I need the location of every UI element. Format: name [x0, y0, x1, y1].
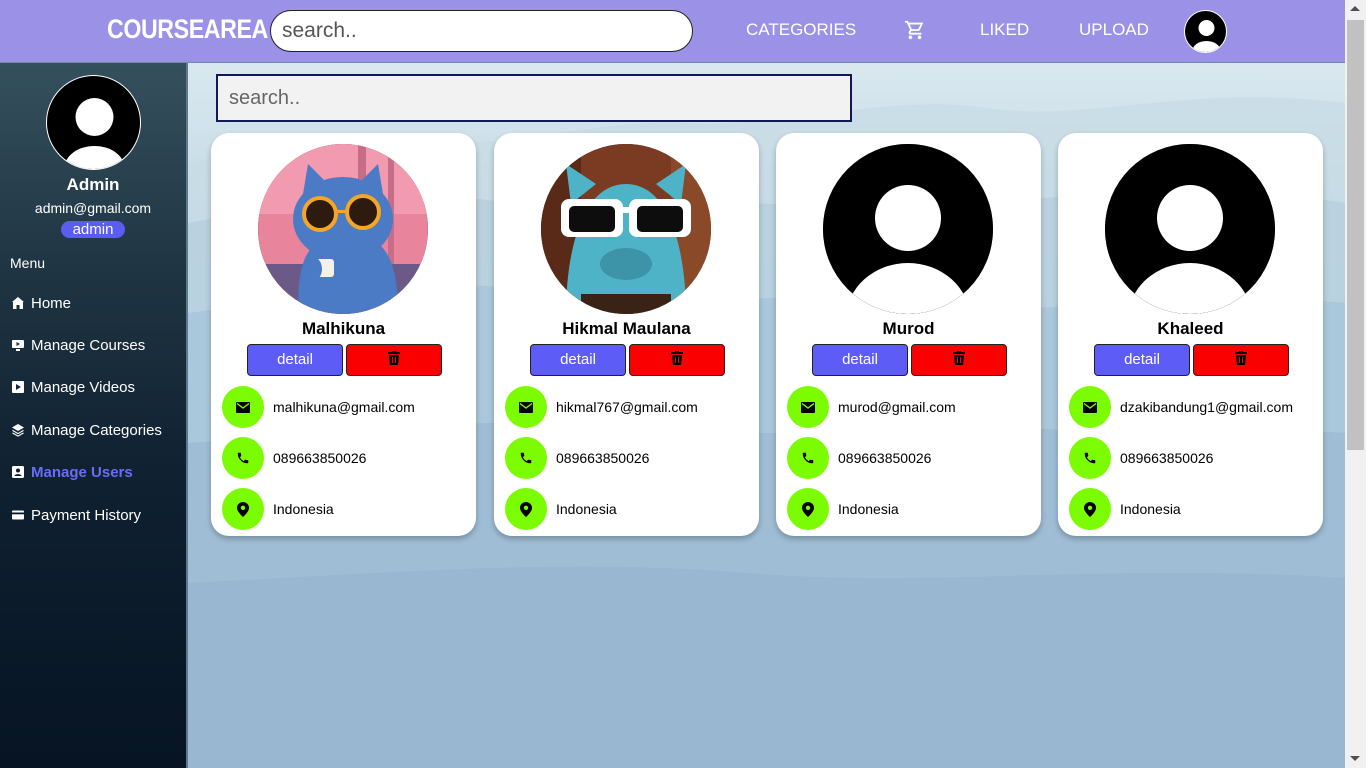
user-photo — [823, 144, 993, 314]
sidebar-avatar — [46, 75, 141, 170]
user-email-row: hikmal767@gmail.com — [505, 386, 698, 428]
delete-button[interactable] — [911, 344, 1007, 376]
scroll-down-arrow-icon[interactable] — [1350, 756, 1360, 761]
user-card: Khaleed detail dzakibandung1@gmail.com 0… — [1058, 133, 1323, 536]
top-navbar: COURSEAREA CATEGORIES LIKED UPLOAD — [0, 0, 1345, 63]
sidebar-item-label: Manage Courses — [31, 336, 146, 354]
user-name: Hikmal Maulana — [562, 319, 691, 338]
user-phone: 089663850026 — [1120, 450, 1214, 466]
delete-button[interactable] — [346, 344, 442, 376]
user-name: Malhikuna — [301, 319, 386, 338]
nav-upload-link[interactable]: UPLOAD — [1079, 20, 1149, 40]
users-search-input[interactable] — [216, 74, 852, 122]
sidebar-item-manage-videos[interactable]: Manage Videos — [11, 376, 135, 398]
user-country-row: Indonesia — [787, 488, 899, 530]
phone-icon — [787, 437, 829, 479]
scroll-up-arrow-icon[interactable] — [1350, 6, 1360, 11]
trash-icon — [388, 350, 400, 370]
monitor-icon — [11, 338, 25, 352]
user-email: dzakibandung1@gmail.com — [1120, 399, 1293, 415]
profile-avatar[interactable] — [1184, 10, 1227, 53]
user-email-row: murod@gmail.com — [787, 386, 956, 428]
delete-button[interactable] — [1193, 344, 1289, 376]
user-email-row: dzakibandung1@gmail.com — [1069, 386, 1293, 428]
detail-button[interactable]: detail — [530, 344, 626, 376]
sidebar-item-home[interactable]: Home — [11, 292, 71, 314]
mail-icon — [1069, 386, 1111, 428]
trash-icon — [1235, 350, 1247, 370]
phone-icon — [1069, 437, 1111, 479]
location-pin-icon — [505, 488, 547, 530]
user-country-row: Indonesia — [1069, 488, 1181, 530]
user-country: Indonesia — [838, 501, 899, 517]
play-icon — [11, 380, 25, 394]
site-logo[interactable]: COURSEAREA — [107, 14, 268, 45]
detail-button[interactable]: detail — [1094, 344, 1190, 376]
mail-icon — [505, 386, 547, 428]
user-phone: 089663850026 — [838, 450, 932, 466]
user-card-icon — [11, 465, 25, 479]
home-icon — [11, 296, 25, 310]
user-name: Murod — [882, 319, 935, 338]
sidebar-item-label: Manage Users — [31, 463, 133, 481]
user-name: Khaleed — [1157, 319, 1224, 338]
sidebar-item-manage-courses[interactable]: Manage Courses — [11, 334, 145, 356]
detail-button[interactable]: detail — [812, 344, 908, 376]
trash-icon — [953, 350, 965, 370]
sidebar-menu-title: Menu — [10, 255, 46, 271]
mail-icon — [787, 386, 829, 428]
trash-icon — [671, 350, 683, 370]
user-photo — [1105, 144, 1275, 314]
user-phone-row: 089663850026 — [1069, 437, 1213, 479]
sidebar-item-label: Manage Categories — [31, 421, 162, 439]
sidebar-item-label: Manage Videos — [31, 378, 135, 396]
user-card: Malhikuna detail malhikuna@gmail.com 089… — [211, 133, 476, 536]
user-email-row: malhikuna@gmail.com — [222, 386, 415, 428]
user-card: Murod detail murod@gmail.com 08966385002… — [776, 133, 1041, 536]
credit-card-icon — [11, 508, 25, 522]
user-country: Indonesia — [556, 501, 617, 517]
mail-icon — [222, 386, 264, 428]
sidebar-item-label: Payment History — [31, 506, 142, 524]
scroll-thumb[interactable] — [1347, 20, 1364, 450]
sidebar-role-badge: admin — [61, 221, 125, 238]
user-phone: 089663850026 — [273, 450, 367, 466]
delete-button[interactable] — [629, 344, 725, 376]
sidebar-item-label: Home — [31, 294, 72, 312]
location-pin-icon — [1069, 488, 1111, 530]
location-pin-icon — [787, 488, 829, 530]
cart-icon[interactable] — [904, 19, 926, 41]
user-country: Indonesia — [1120, 501, 1181, 517]
layers-icon — [11, 423, 25, 437]
user-phone-row: 089663850026 — [787, 437, 931, 479]
user-card: Hikmal Maulana detail hikmal767@gmail.co… — [494, 133, 759, 536]
navbar-search-input[interactable] — [270, 10, 693, 52]
user-email: malhikuna@gmail.com — [273, 399, 415, 415]
page-scrollbar[interactable] — [1345, 0, 1366, 768]
detail-button[interactable]: detail — [247, 344, 343, 376]
user-phone-row: 089663850026 — [505, 437, 649, 479]
user-email: hikmal767@gmail.com — [556, 399, 698, 415]
user-email: murod@gmail.com — [838, 399, 956, 415]
user-phone-row: 089663850026 — [222, 437, 366, 479]
user-photo — [258, 144, 428, 314]
sidebar: Admin admin@gmail.com admin Menu Home Ma… — [0, 63, 188, 768]
sidebar-user-email: admin@gmail.com — [34, 200, 152, 216]
sidebar-item-manage-users[interactable]: Manage Users — [11, 461, 133, 483]
user-country-row: Indonesia — [505, 488, 617, 530]
user-country-row: Indonesia — [222, 488, 334, 530]
phone-icon — [222, 437, 264, 479]
sidebar-user-name: Admin — [66, 175, 120, 194]
sidebar-item-payment-history[interactable]: Payment History — [11, 504, 141, 526]
user-photo — [541, 144, 711, 314]
location-pin-icon — [222, 488, 264, 530]
nav-liked-link[interactable]: LIKED — [980, 20, 1029, 40]
sidebar-item-manage-categories[interactable]: Manage Categories — [11, 419, 162, 441]
nav-categories-link[interactable]: CATEGORIES — [746, 20, 856, 40]
user-country: Indonesia — [273, 501, 334, 517]
phone-icon — [505, 437, 547, 479]
user-phone: 089663850026 — [556, 450, 650, 466]
